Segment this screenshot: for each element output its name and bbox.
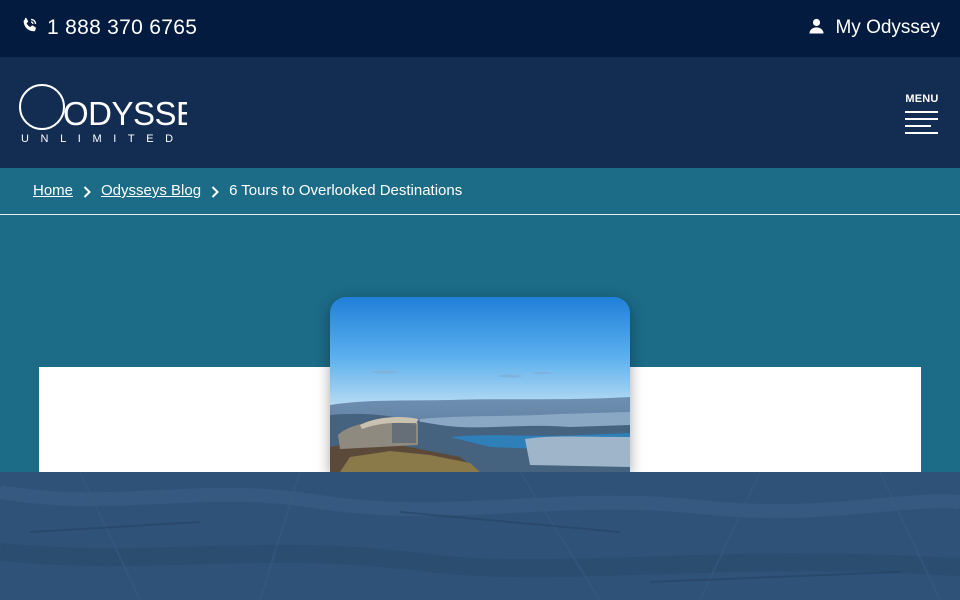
menu-button[interactable]: MENU	[903, 93, 941, 137]
logo-wordmark: ODYSSEYS	[63, 95, 187, 132]
user-icon	[809, 18, 824, 39]
chevron-right-icon	[211, 185, 219, 198]
phone-link[interactable]: 1 888 370 6765	[20, 16, 197, 40]
my-odyssey-label: My Odyssey	[835, 17, 940, 38]
hamburger-icon	[905, 111, 938, 139]
menu-label: MENU	[905, 93, 939, 105]
featured-image	[330, 297, 630, 472]
phone-icon	[20, 16, 39, 40]
textured-background-band	[0, 472, 960, 600]
top-utility-bar: 1 888 370 6765 My Odyssey	[0, 0, 960, 57]
logo-subtitle: UNLIMITED	[21, 133, 185, 143]
odysseys-unlimited-logo[interactable]: ODYSSEYS UNLIMITED	[19, 83, 241, 145]
phone-number: 1 888 370 6765	[47, 16, 198, 39]
chevron-right-icon	[83, 185, 91, 198]
breadcrumb-current-page: 6 Tours to Overlooked Destinations	[229, 182, 463, 199]
breadcrumb: Home Odysseys Blog 6 Tours to Overlooked…	[0, 168, 960, 215]
breadcrumb-home[interactable]: Home	[33, 182, 73, 199]
main-header: ODYSSEYS UNLIMITED MENU	[0, 57, 960, 168]
my-odyssey-link[interactable]: My Odyssey	[809, 17, 940, 39]
breadcrumb-blog[interactable]: Odysseys Blog	[101, 182, 201, 199]
